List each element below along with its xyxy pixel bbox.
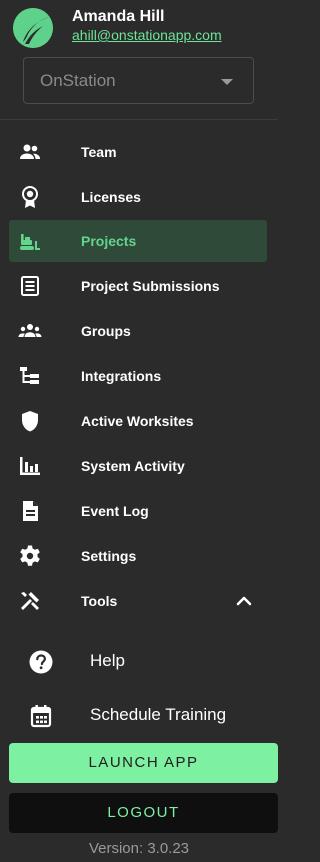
sidebar-item-label: Event Log [81,503,149,519]
sidebar-item-label: Projects [81,233,137,249]
organization-select-value: OnStation [40,71,116,90]
tools-item-schedule-training[interactable]: Schedule Training [0,693,278,739]
sidebar-item-label: Settings [81,548,137,564]
sidebar-item-settings[interactable]: Settings [9,535,267,577]
organization-select[interactable]: OnStation [23,57,254,104]
sidebar-item-system-activity[interactable]: System Activity [9,445,267,487]
sidebar-item-label: Groups [81,323,131,339]
bar-chart-icon [18,454,42,478]
chevron-up-icon[interactable] [235,592,253,610]
sidebar-item-label: Licenses [81,189,141,205]
divider [0,119,278,120]
tools-item-label: Help [90,651,125,670]
sidebar-header: Amanda Hill ahill@onstationapp.com [0,0,278,52]
team-icon [18,140,42,164]
badge-icon [18,185,42,209]
sidebar-item-label: Active Worksites [81,413,194,429]
version-label: Version: 3.0.23 [88,840,190,857]
sidebar-item-groups[interactable]: Groups [9,310,267,352]
shield-icon [18,409,42,433]
sidebar-item-licenses[interactable]: Licenses [9,176,267,218]
tools-item-label: Schedule Training [90,705,227,724]
user-name: Amanda Hill [72,8,165,25]
sidebar-item-label: Project Submissions [81,278,220,294]
sidebar-item-team[interactable]: Team [9,131,267,173]
caret-down-icon [221,79,233,85]
sidebar-item-label: Integrations [81,368,162,384]
sidebar-item-event-log[interactable]: Event Log [9,490,267,532]
tools-icon [18,589,42,613]
calendar-icon [28,703,54,729]
launch-app-button[interactable]: LAUNCH APP [9,743,278,783]
gear-icon [18,544,42,568]
sidebar-item-project-submissions[interactable]: Project Submissions [9,265,267,307]
logout-button[interactable]: LOGOUT [9,793,278,833]
sidebar-item-integrations[interactable]: Integrations [9,355,267,397]
leaf-logo-icon [13,8,53,48]
sidebar-item-tools[interactable]: Tools [9,580,267,622]
user-email-link[interactable]: ahill@onstationapp.com [72,27,222,43]
sidebar-item-label: Team [81,144,117,160]
sidebar-item-active-worksites[interactable]: Active Worksites [9,400,267,442]
document-icon [18,499,42,523]
help-icon [28,649,54,675]
tools-item-help[interactable]: Help [0,639,278,685]
sidebar-item-label: Tools [81,593,118,609]
sidebar-item-projects[interactable]: Projects [9,220,267,262]
form-icon [18,274,42,298]
groups-icon [18,319,42,343]
bulldozer-icon [18,229,42,253]
sidebar-item-label: System Activity [81,458,185,474]
tree-structure-icon [18,364,42,388]
